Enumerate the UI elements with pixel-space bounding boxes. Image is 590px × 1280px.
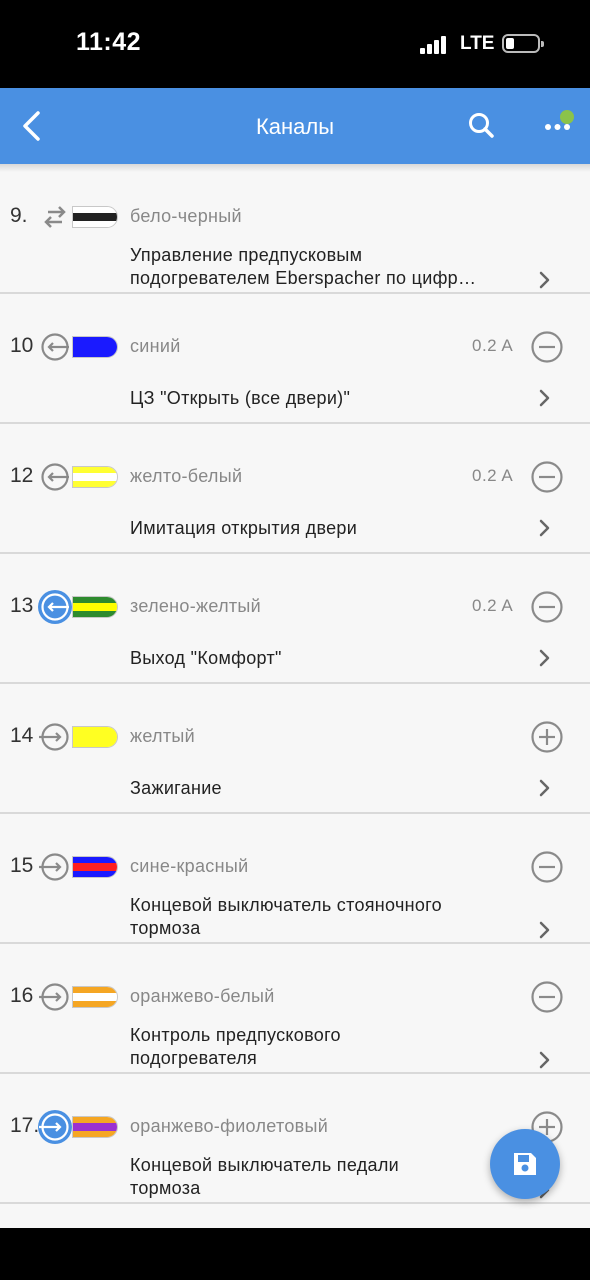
- channel-description: тормоза: [130, 1178, 201, 1198]
- signal-icon: [420, 36, 450, 54]
- arrow-left-circle-icon: [38, 330, 72, 364]
- channel-description: Управление предпусковым: [130, 245, 363, 265]
- channel-row[interactable]: 16 оранжево-белый Контроль предпускового по…: [0, 944, 590, 1074]
- arrow-right-circle-icon: [38, 980, 72, 1014]
- chevron-right-icon: [536, 1048, 554, 1072]
- remove-circle-icon[interactable]: [530, 850, 564, 884]
- current-value: 0.2 A: [472, 336, 514, 355]
- channel-description: Концевой выключатель педали: [130, 1155, 400, 1175]
- chevron-right-icon: [536, 516, 554, 540]
- arrow-right-circle-icon: [38, 1110, 72, 1144]
- channel-row[interactable]: 13 зелено-желтый 0.2 A Выход "Комфорт": [0, 554, 590, 684]
- wire-color-name: желтый: [130, 726, 195, 746]
- channel-number: 17.: [10, 1114, 40, 1137]
- wire-color-name: зелено-желтый: [130, 596, 262, 616]
- arrow-left-circle-icon: [38, 460, 72, 494]
- wire-color-swatch: [72, 856, 118, 878]
- wire-color-swatch: [72, 986, 118, 1008]
- channel-description: Контроль предпускового: [130, 1025, 341, 1045]
- arrow-left-circle-icon: [38, 590, 72, 624]
- wire-color-name: синий: [130, 336, 181, 356]
- wire-color-name: бело-черный: [130, 206, 242, 226]
- add-circle-icon[interactable]: [530, 720, 564, 754]
- channel-description: тормоза: [130, 918, 201, 938]
- wire-color-swatch: [72, 596, 118, 618]
- remove-circle-icon[interactable]: [530, 330, 564, 364]
- bottom-bar: [0, 1228, 590, 1280]
- wire-color-name: оранжево-белый: [130, 986, 275, 1006]
- wire-color-swatch: [72, 466, 118, 488]
- wire-color-swatch: [72, 1116, 118, 1138]
- search-button[interactable]: [464, 108, 500, 144]
- channel-description: Зажигание: [130, 778, 222, 798]
- wire-color-swatch: [72, 206, 118, 228]
- remove-circle-icon[interactable]: [530, 590, 564, 624]
- channel-row[interactable]: 12 желто-белый 0.2 A Имитация открытия двер…: [0, 424, 590, 554]
- channel-number: 12: [10, 464, 34, 487]
- channel-row[interactable]: 14 желтый Зажигание: [0, 684, 590, 814]
- remove-circle-icon[interactable]: [530, 460, 564, 494]
- channel-list[interactable]: 9. бело-черный Управление предпусковым подо…: [0, 164, 590, 1228]
- wire-color-swatch: [72, 336, 118, 358]
- current-value: 0.2 A: [472, 596, 514, 615]
- channel-description: Выход "Комфорт": [130, 648, 282, 668]
- chevron-right-icon: [536, 918, 554, 942]
- channel-number: 15: [10, 854, 34, 877]
- chevron-right-icon: [536, 776, 554, 800]
- channel-number: 13: [10, 594, 34, 617]
- status-bar: 11:42 LTE: [0, 0, 590, 88]
- page-title: Каналы: [255, 114, 335, 139]
- channel-number: 9.: [10, 204, 28, 227]
- chevron-right-icon: [536, 646, 554, 670]
- channel-description: подогревателя: [130, 1048, 258, 1068]
- status-time: 11:42: [76, 28, 142, 56]
- wire-color-name: желто-белый: [130, 466, 243, 486]
- channel-number: 14: [10, 724, 34, 747]
- chevron-right-icon: [536, 386, 554, 410]
- channel-number: 10: [10, 334, 34, 357]
- channel-row[interactable]: 15 сине-красный Концевой выключатель стоян…: [0, 814, 590, 944]
- channel-description: ЦЗ "Открыть (все двери)": [130, 388, 351, 408]
- arrow-right-circle-icon: [38, 720, 72, 754]
- swap-arrows-icon: [38, 200, 72, 234]
- channel-description: Концевой выключатель стояночного: [130, 895, 442, 915]
- wire-color-name: оранжево-фиолетовый: [130, 1116, 329, 1136]
- channel-description: подогревателем Eberspacher по цифр…: [130, 268, 477, 288]
- current-value: 0.2 A: [472, 466, 514, 485]
- channel-number: 16: [10, 984, 34, 1007]
- chevron-right-icon: [536, 268, 554, 292]
- arrow-right-circle-icon: [38, 850, 72, 884]
- save-fab-button[interactable]: [490, 1129, 560, 1199]
- battery-icon: [502, 34, 544, 53]
- search-icon: [469, 113, 494, 138]
- channel-row[interactable]: 10 синий 0.2 A ЦЗ "Открыть (все двери)": [0, 294, 590, 424]
- channel-row[interactable]: 9. бело-черный Управление предпусковым подо…: [0, 164, 590, 294]
- list-top-shadow: [0, 164, 590, 172]
- wire-color-name: сине-красный: [130, 856, 249, 876]
- remove-circle-icon[interactable]: [530, 980, 564, 1014]
- wire-color-swatch: [72, 726, 118, 748]
- network-type: LTE: [460, 33, 495, 54]
- save-icon: [514, 1153, 536, 1175]
- notification-dot: [560, 110, 574, 124]
- channel-description: Имитация открытия двери: [130, 518, 358, 538]
- app-bar: Каналы: [0, 88, 590, 164]
